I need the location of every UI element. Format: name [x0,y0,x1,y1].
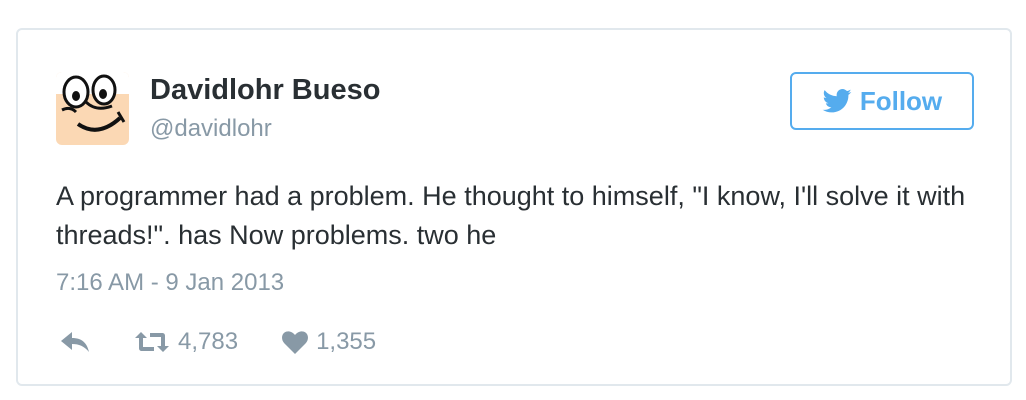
tweet-text: A programmer had a problem. He thought t… [56,181,966,250]
follow-label: Follow [859,85,943,116]
twitter-bird-icon [822,89,852,113]
author-name[interactable]: Davidlohr Bueso [150,74,380,107]
like-count: 1,355 [316,328,377,355]
heart-icon [282,330,309,354]
reply-icon [61,332,89,352]
author-handle[interactable]: @davidlohr [150,115,272,143]
follow-button[interactable]: Follow [790,72,974,130]
tweet-card: Davidlohr Bueso @davidlohr Follow A prog… [16,28,1012,386]
like-button[interactable]: 1,355 [282,328,376,356]
retweet-icon [135,332,169,352]
reply-button[interactable] [60,331,90,353]
avatar[interactable] [56,72,129,145]
retweet-count: 4,783 [178,328,239,355]
tweet-timestamp[interactable]: 7:16 AM - 9 Jan 2013 [56,269,284,297]
retweet-button[interactable]: 4,783 [134,328,238,356]
cartoon-face-icon [56,72,129,145]
tweet-actions: 4,783 1,355 [60,327,376,357]
